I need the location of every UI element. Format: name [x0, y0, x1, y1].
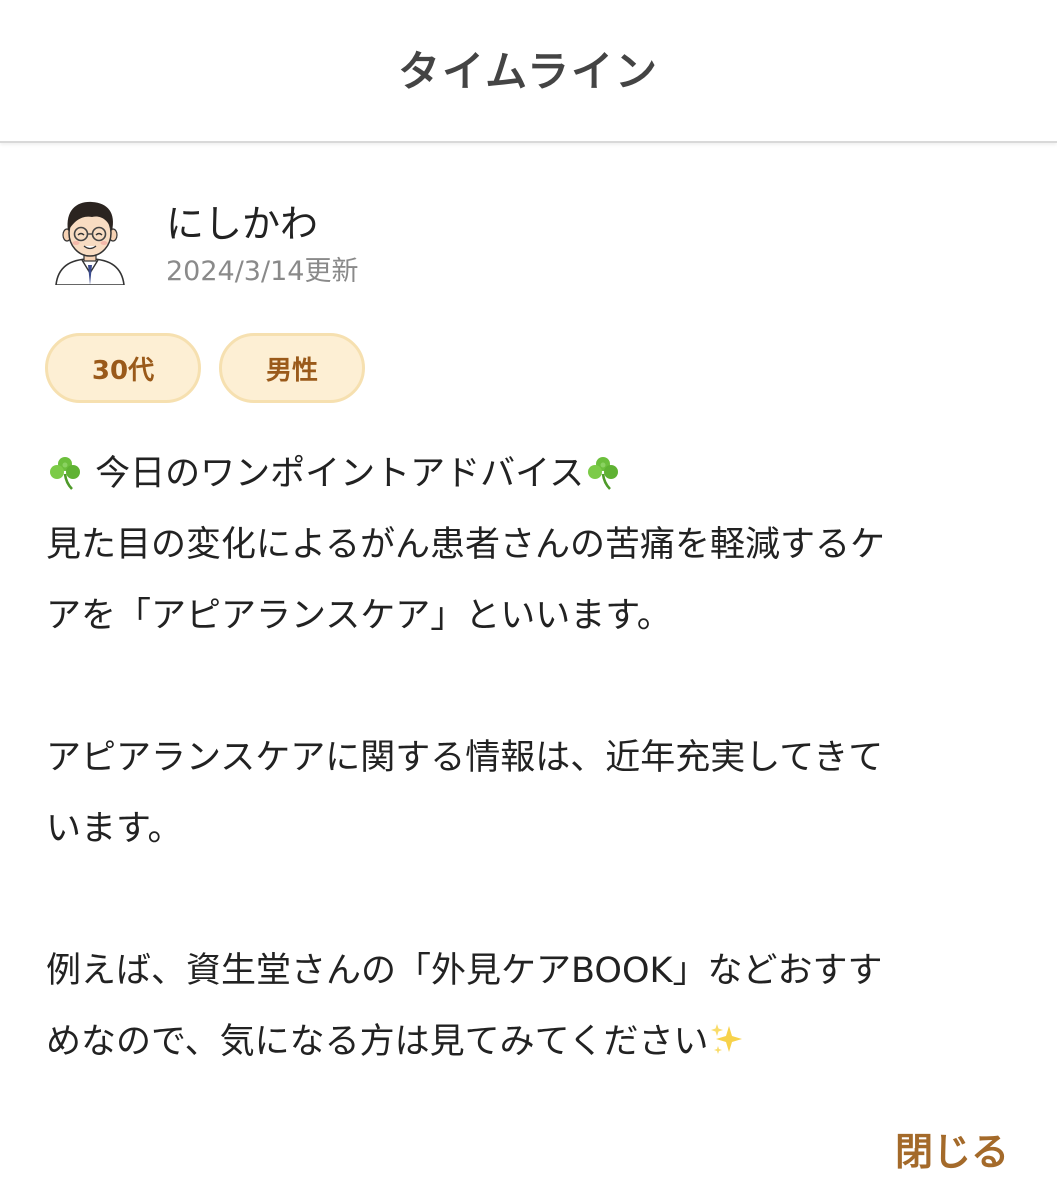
timeline-post: にしかわ 2024/3/14更新 30代 男性 今日のワンポイントアドバイス 見… [0, 143, 1057, 1200]
page-title: タイムライン [397, 47, 660, 96]
post-line: アピアランスケアに関する情報は、近年充実してきて [46, 738, 884, 778]
post-line: います。 [46, 809, 183, 849]
post-date: 2024/3/14更新 [166, 256, 359, 287]
clover-icon [588, 457, 619, 490]
tag-gender: 男性 [219, 333, 365, 403]
post-line-text: めなので、気になる方は見てみてください [46, 1022, 709, 1062]
post-line: 例えば、資生堂さんの「外見ケアBOOK」などおすす [46, 951, 883, 991]
post-line: アを「アピアランスケア」といいます。 [46, 596, 672, 636]
post-line: 見た目の変化によるがん患者さんの苦痛を軽減するケ [46, 525, 885, 565]
tag-list: 30代 男性 [45, 333, 365, 403]
sparkles-icon [710, 1024, 742, 1054]
tag-age: 30代 [45, 333, 201, 403]
close-button[interactable]: 閉じる [895, 1121, 1009, 1176]
avatar [55, 201, 125, 285]
clover-icon [50, 457, 80, 490]
post-body: 今日のワンポイントアドバイス 見た目の変化によるがん患者さんの苦痛を軽減するケ … [46, 439, 1016, 1078]
post-line: めなので、気になる方は見てみてください [46, 1007, 1016, 1078]
post-line: 今日のワンポイントアドバイス [46, 439, 1016, 510]
app-header: タイムライン [0, 0, 1057, 143]
author-name: にしかわ [166, 202, 319, 246]
post-headline: 今日のワンポイントアドバイス [95, 454, 585, 494]
